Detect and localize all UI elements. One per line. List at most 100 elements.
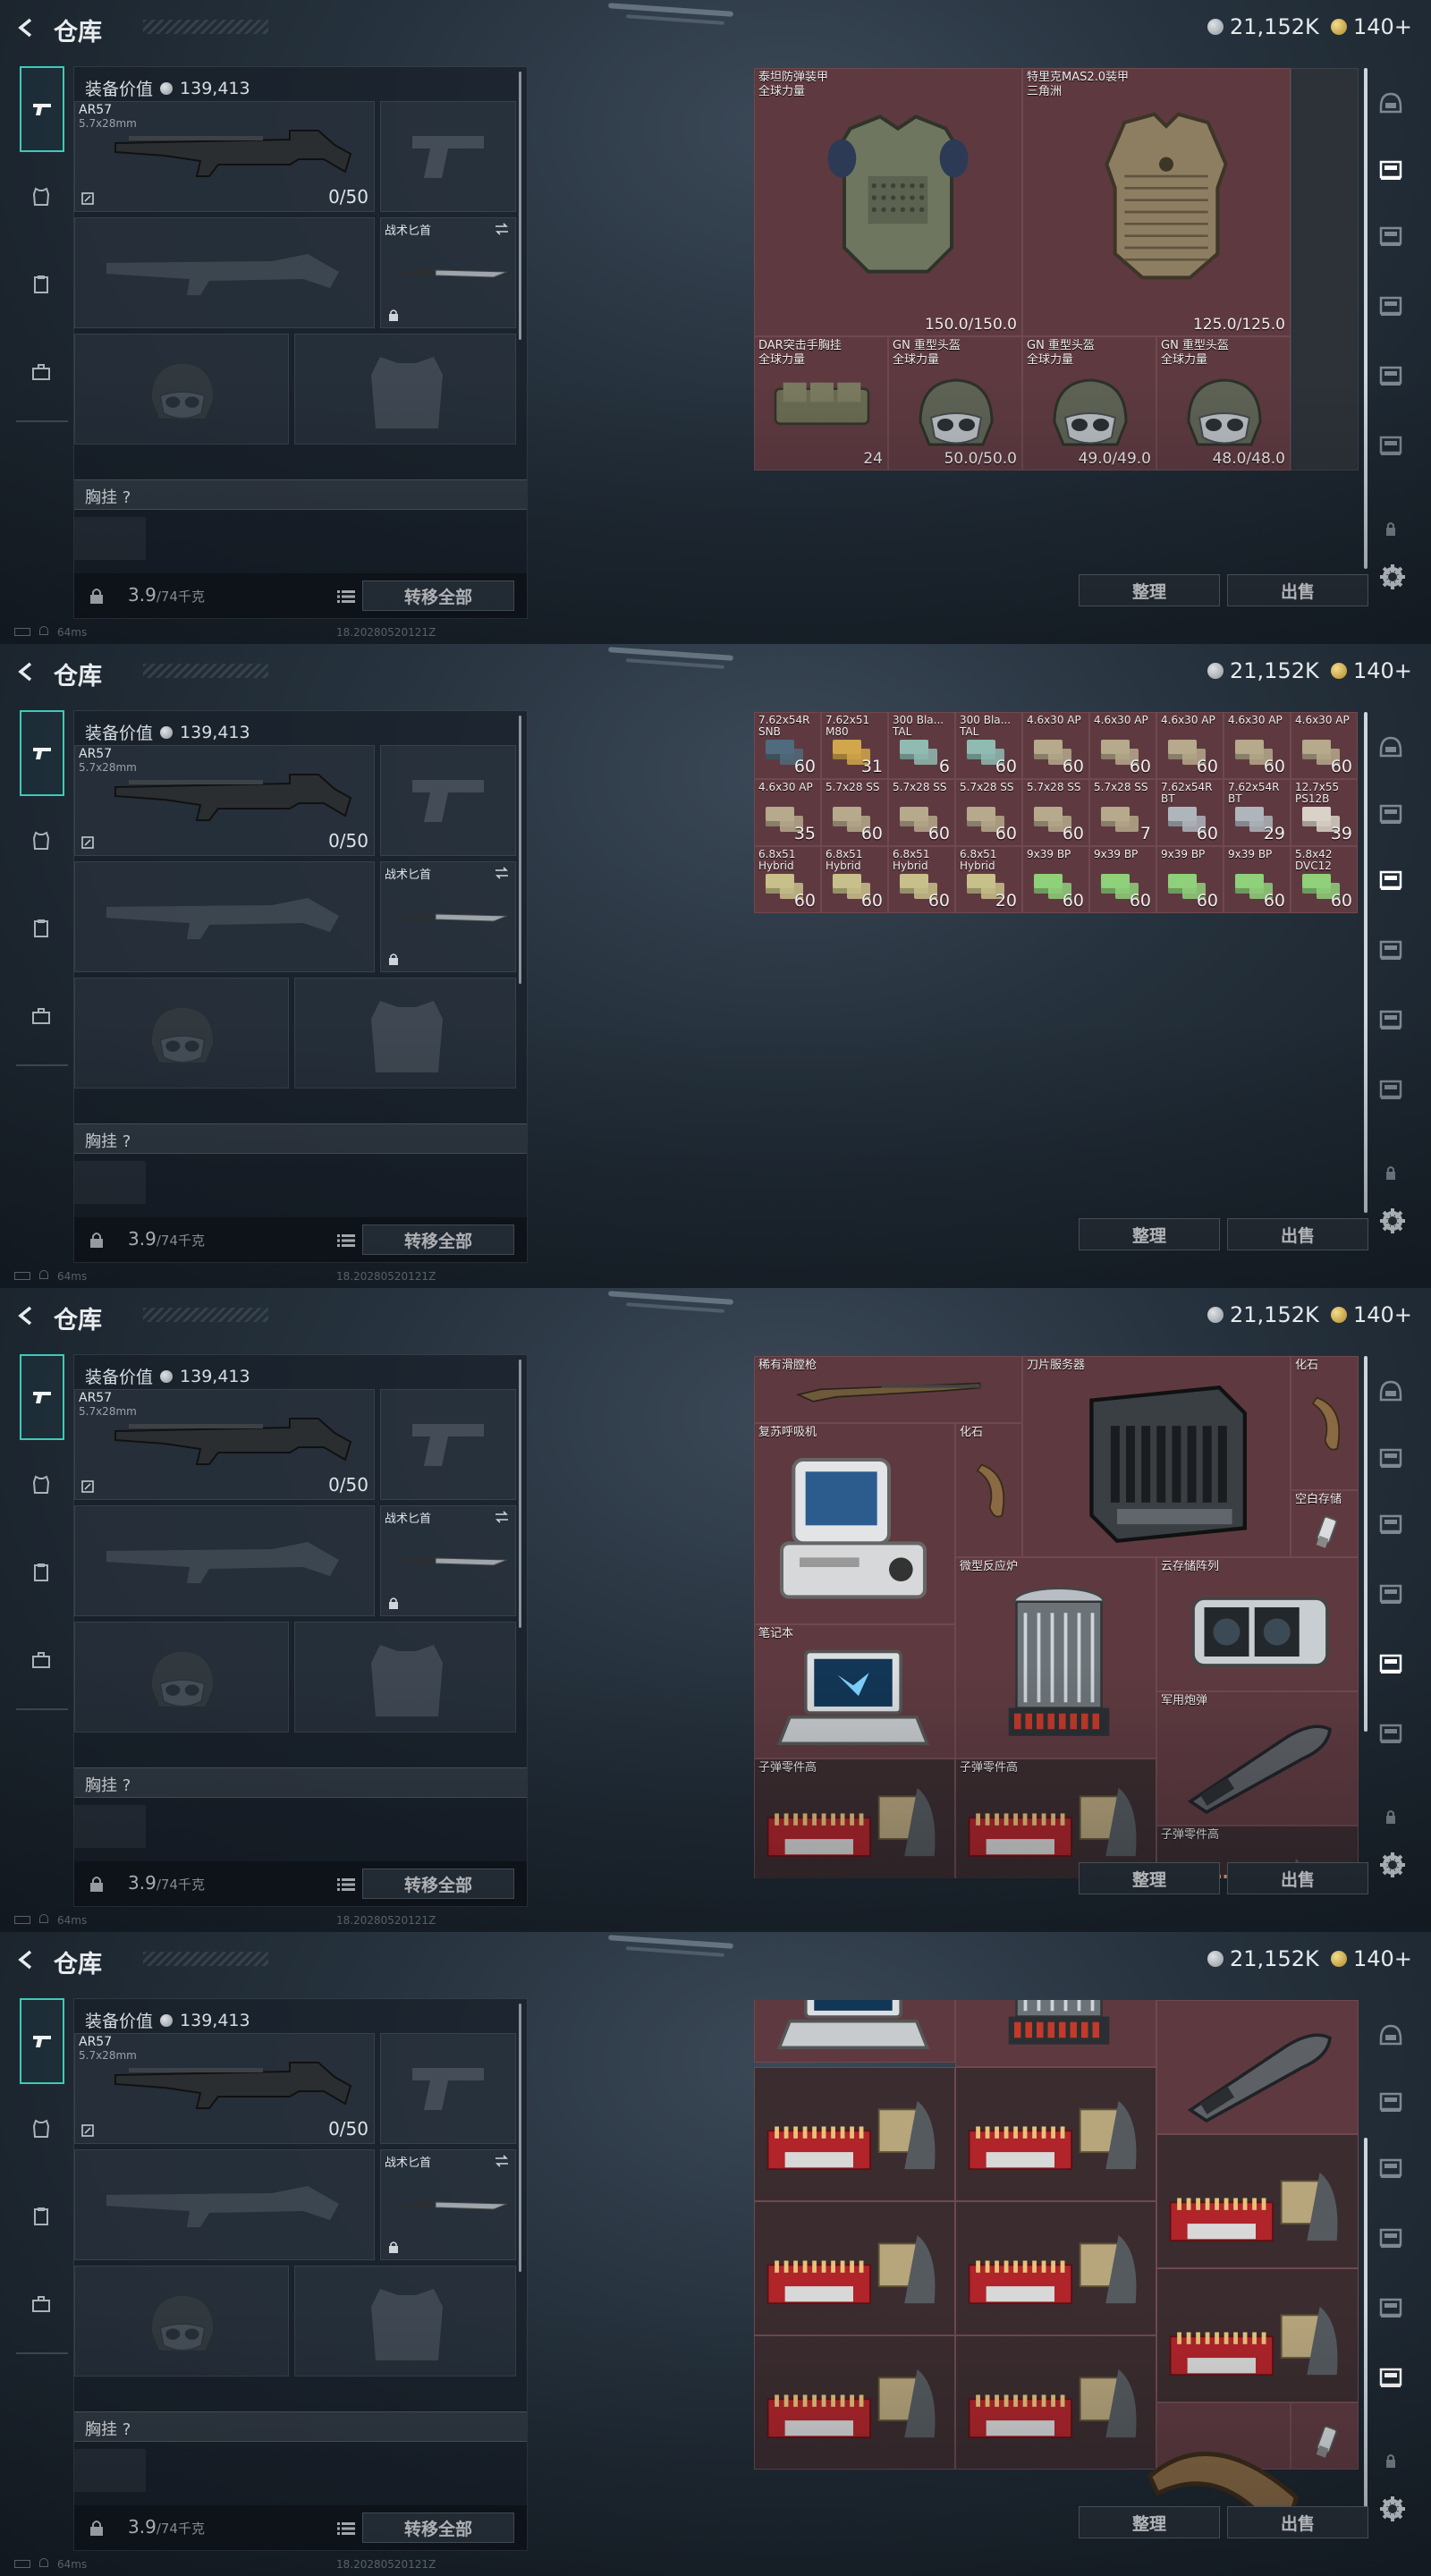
sell-button[interactable]: 出售: [1227, 1218, 1368, 1250]
helmet-item[interactable]: GN 重型头盔 全球力量 49.0/49.0: [1022, 336, 1156, 470]
fossil-item[interactable]: [1147, 2402, 1299, 2519]
storage-tab-1[interactable]: [1376, 2020, 1406, 2050]
storage-tab-3[interactable]: [1376, 2152, 1406, 2182]
chest-rig-slot[interactable]: 胸挂 ?: [74, 1123, 527, 1154]
armor-slot[interactable]: [294, 2266, 516, 2377]
tab-supplies[interactable]: [18, 2193, 64, 2240]
tab-weapons[interactable]: [20, 1998, 64, 2084]
list-icon[interactable]: [337, 2521, 355, 2536]
storage-scrollbar[interactable]: [1364, 1356, 1367, 1732]
chest-rig-item[interactable]: DAR突击手胸挂 全球力量 24: [754, 336, 888, 470]
tab-supplies[interactable]: [18, 1549, 64, 1596]
storage-tab-7[interactable]: [1376, 2445, 1406, 2476]
blade-server-item[interactable]: 刀片服务器: [1022, 1356, 1291, 1557]
storage-tab-3[interactable]: [1376, 220, 1406, 250]
helmet-slot[interactable]: [74, 334, 289, 445]
ammo-item[interactable]: 9x39 BP 60: [1022, 846, 1089, 913]
knife-slot[interactable]: 战术匕首: [380, 861, 516, 972]
secondary-weapon-slot[interactable]: [380, 2033, 516, 2144]
laptop-item[interactable]: 笔记本: [754, 1624, 955, 1758]
sort-button[interactable]: 整理: [1079, 574, 1220, 606]
storage-tab-6[interactable]: [1376, 1717, 1406, 1748]
storage-tab-6[interactable]: [1376, 2361, 1406, 2392]
ammo-item[interactable]: 5.7x28 SS 7: [1089, 779, 1156, 846]
ammo-item[interactable]: 7.62x54R SNB 60: [754, 712, 821, 779]
ammo-item[interactable]: 12.7x55 PS12B 39: [1291, 779, 1358, 846]
bullet-parts-item[interactable]: [754, 2067, 955, 2201]
storage-tab-5[interactable]: [1376, 2292, 1406, 2322]
ammo-item[interactable]: 6.8x51 Hybrid 20: [955, 846, 1022, 913]
armor-slot[interactable]: [294, 334, 516, 445]
tab-armor[interactable]: [18, 818, 64, 864]
storage-tab-3[interactable]: [1376, 864, 1406, 894]
bullet-parts-item[interactable]: [1156, 2134, 1359, 2268]
reactor-item[interactable]: 微型反应炉: [955, 1557, 1156, 1758]
ammo-item[interactable]: 7.62x54R BT 29: [1224, 779, 1291, 846]
helmet-item[interactable]: GN 重型头盔 全球力量 48.0/48.0: [1156, 336, 1291, 470]
storage-tab-5[interactable]: [1376, 1004, 1406, 1034]
sort-button[interactable]: 整理: [1079, 1862, 1220, 1894]
ammo-item[interactable]: 9x39 BP 60: [1089, 846, 1156, 913]
ammo-item[interactable]: 4.6x30 AP 60: [1156, 712, 1224, 779]
ammo-item[interactable]: 4.6x30 AP 60: [1022, 712, 1089, 779]
knife-slot[interactable]: 战术匕首: [380, 217, 516, 328]
chest-rig-slot[interactable]: 胸挂 ?: [74, 479, 527, 510]
storage-tab-7[interactable]: [1376, 1157, 1406, 1188]
settings-gear-icon[interactable]: [1377, 562, 1408, 592]
bullet-parts-item[interactable]: [1156, 2268, 1359, 2402]
tab-bags[interactable]: [18, 349, 64, 395]
storage-tab-5[interactable]: [1376, 1648, 1406, 1678]
fossil-item[interactable]: 化石: [955, 1423, 1022, 1557]
settings-gear-icon[interactable]: [1377, 1206, 1408, 1236]
storage-scrollbar[interactable]: [1364, 68, 1367, 569]
respirator-item[interactable]: 复苏呼吸机: [754, 1423, 955, 1624]
empty-storage-slot[interactable]: [1291, 68, 1359, 470]
settings-gear-icon[interactable]: [1377, 1850, 1408, 1880]
storage-tab-5[interactable]: [1376, 360, 1406, 390]
transfer-all-button[interactable]: 转移全部: [362, 580, 514, 611]
ammo-item[interactable]: 6.8x51 Hybrid 60: [754, 846, 821, 913]
secondary-weapon-slot[interactable]: [380, 1389, 516, 1500]
list-icon[interactable]: [337, 1877, 355, 1892]
storage-tab-4[interactable]: [1376, 934, 1406, 964]
ammo-item[interactable]: 4.6x30 AP 60: [1291, 712, 1358, 779]
empty-weapon-slot[interactable]: [74, 2149, 375, 2260]
storage-scrollbar[interactable]: [1364, 712, 1367, 1213]
back-button[interactable]: [13, 1302, 39, 1329]
primary-weapon-slot[interactable]: AR57 5.7x28mm 0/50: [74, 745, 375, 856]
secondary-weapon-slot[interactable]: [380, 101, 516, 212]
bullet-parts-item[interactable]: [955, 2067, 1156, 2201]
ammo-item[interactable]: 9x39 BP 60: [1156, 846, 1224, 913]
storage-scrollbar[interactable]: [1364, 2138, 1367, 2513]
storage-tab-4[interactable]: [1376, 1578, 1406, 1608]
storage-tab-4[interactable]: [1376, 2222, 1406, 2252]
rare-musket-item[interactable]: 稀有滑膛枪: [754, 1356, 1022, 1423]
ammo-item[interactable]: 4.6x30 AP 60: [1224, 712, 1291, 779]
helmet-slot[interactable]: [74, 978, 289, 1089]
knife-slot[interactable]: 战术匕首: [380, 1505, 516, 1616]
storage-tab-4[interactable]: [1376, 290, 1406, 320]
transfer-all-button[interactable]: 转移全部: [362, 1224, 514, 1255]
ammo-item[interactable]: 7.62x54R BT 60: [1156, 779, 1224, 846]
tab-supplies[interactable]: [18, 905, 64, 952]
armor-item[interactable]: 泰坦防弹装甲 全球力量 150.0/150.0: [754, 68, 1022, 336]
swap-icon[interactable]: [494, 2154, 510, 2168]
storage-tab-3[interactable]: [1376, 1508, 1406, 1538]
gold-currency[interactable]: 140+: [1331, 1946, 1412, 1971]
tab-weapons[interactable]: [20, 1354, 64, 1440]
bullet-parts-item[interactable]: 子弹零件高: [754, 1758, 955, 1878]
loadout-scrollbar[interactable]: [519, 2004, 521, 2272]
empty-weapon-slot[interactable]: [74, 1505, 375, 1616]
gold-currency[interactable]: 140+: [1331, 658, 1412, 683]
storage-tab-1[interactable]: [1376, 1376, 1406, 1406]
empty-weapon-slot[interactable]: [74, 217, 375, 328]
list-icon[interactable]: [337, 1233, 355, 1248]
tab-bags[interactable]: [18, 993, 64, 1039]
knife-slot[interactable]: 战术匕首: [380, 2149, 516, 2260]
ammo-item[interactable]: 5.8x42 DVC12 60: [1291, 846, 1358, 913]
swap-icon[interactable]: [494, 866, 510, 880]
sell-button[interactable]: 出售: [1227, 2506, 1368, 2538]
bullet-parts-item[interactable]: 子弹零件高: [955, 1758, 1156, 1878]
sort-button[interactable]: 整理: [1079, 1218, 1220, 1250]
storage-tab-1[interactable]: [1376, 88, 1406, 118]
